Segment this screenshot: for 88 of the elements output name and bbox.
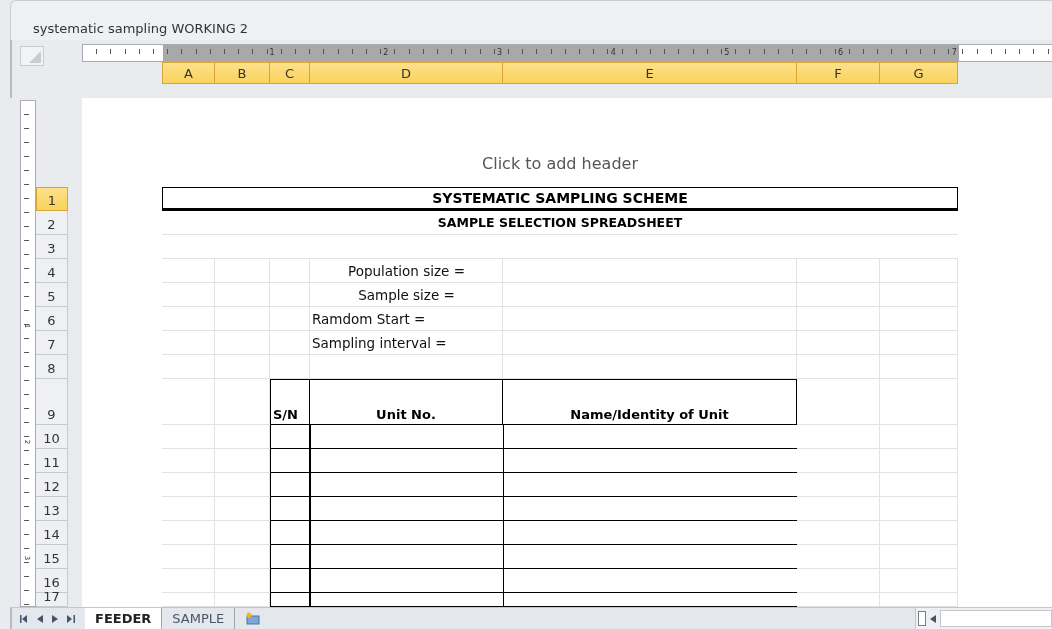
- ruler-number: 6: [838, 47, 845, 59]
- table-cell: [270, 497, 310, 521]
- ruler-number: 3: [496, 47, 504, 59]
- row-header[interactable]: 3: [36, 235, 68, 259]
- row-header[interactable]: 16: [36, 569, 68, 593]
- row-header[interactable]: 2: [36, 211, 68, 235]
- table-cell: [270, 521, 310, 545]
- scroll-left-icon[interactable]: [930, 614, 936, 623]
- column-header[interactable]: B: [215, 62, 270, 84]
- grid-cell: [215, 569, 270, 593]
- grid-cell: [162, 355, 215, 379]
- row-header[interactable]: 10: [36, 425, 68, 449]
- subtitle-cell: SAMPLE SELECTION SPREADSHEET: [162, 211, 958, 235]
- grid-cell: [162, 283, 215, 307]
- triangle-icon: [29, 51, 41, 63]
- sheet-tab[interactable]: FEEDER: [85, 608, 163, 629]
- column-header[interactable]: G: [880, 62, 958, 84]
- grid-cell: [215, 283, 270, 307]
- grid-cell: [270, 283, 310, 307]
- grid-cell: [162, 521, 215, 545]
- grid-cell: [215, 497, 270, 521]
- column-header[interactable]: D: [310, 62, 503, 84]
- first-sheet-icon[interactable]: [20, 614, 28, 623]
- column-header[interactable]: F: [797, 62, 880, 84]
- table-header: S/N: [273, 407, 298, 422]
- table-cell: [270, 545, 310, 569]
- table-header: Unit No.: [376, 407, 436, 422]
- parameter-label: Sampling interval =: [312, 335, 447, 351]
- row-header[interactable]: 14: [36, 521, 68, 545]
- column-header[interactable]: C: [270, 62, 310, 84]
- header-placeholder[interactable]: Click to add header: [482, 154, 638, 173]
- row-header[interactable]: 9: [36, 379, 68, 425]
- grid-cell: [162, 259, 215, 283]
- ruler-number: 1: [269, 47, 276, 59]
- grid-cell: [270, 307, 310, 331]
- grid-cell: [162, 449, 215, 473]
- grid-cell: [162, 473, 215, 497]
- row-header[interactable]: 11: [36, 449, 68, 473]
- grid-cell: [215, 307, 270, 331]
- previous-sheet-icon[interactable]: [37, 614, 43, 623]
- table-cell: [270, 569, 310, 593]
- grid-cell: [162, 425, 215, 449]
- grid-cell: [162, 379, 215, 425]
- grid-cell: [215, 473, 270, 497]
- ruler-number: 5: [724, 47, 731, 59]
- parameter-label: Population size =: [348, 263, 465, 279]
- grid-cell: [215, 331, 270, 355]
- row-header[interactable]: 6: [36, 307, 68, 331]
- row-header[interactable]: 8: [36, 355, 68, 379]
- table-header: Name/Identity of Unit: [570, 407, 729, 422]
- grid-cell: [215, 545, 270, 569]
- row-header[interactable]: 4: [36, 259, 68, 283]
- grid-cell: [162, 331, 215, 355]
- row-header[interactable]: 7: [36, 331, 68, 355]
- grid-cell: [270, 259, 310, 283]
- horizontal-scrollbar[interactable]: [940, 610, 1052, 627]
- parameter-label: Ramdom Start =: [312, 311, 426, 327]
- row-header[interactable]: 1: [36, 187, 68, 211]
- grid-cell: [162, 545, 215, 569]
- column-header[interactable]: E: [503, 62, 797, 84]
- sheet-tab[interactable]: SAMPLE: [162, 608, 236, 629]
- split-handle[interactable]: [918, 611, 926, 626]
- row-header[interactable]: 12: [36, 473, 68, 497]
- row-header[interactable]: 15: [36, 545, 68, 569]
- ruler-number: 4: [610, 47, 617, 59]
- grid-cell: [162, 497, 215, 521]
- grid-cell: [162, 569, 215, 593]
- row-header[interactable]: 17: [36, 593, 68, 607]
- window-title: systematic sampling WORKING 2: [33, 21, 249, 36]
- insert-sheet-icon[interactable]: [245, 612, 262, 625]
- grid-cell: [215, 425, 270, 449]
- ruler-number: 7: [951, 47, 958, 59]
- parameter-label: Sample size =: [358, 287, 455, 303]
- grid-cell: [215, 521, 270, 545]
- row-header[interactable]: 5: [36, 283, 68, 307]
- grid-cell: [270, 331, 310, 355]
- grid-cell: [162, 307, 215, 331]
- table-cell: [270, 473, 310, 497]
- last-sheet-icon[interactable]: [67, 614, 75, 623]
- title-cell: SYSTEMATIC SAMPLING SCHEME: [162, 187, 958, 211]
- row-header[interactable]: 13: [36, 497, 68, 521]
- grid-cell: [215, 449, 270, 473]
- column-header[interactable]: A: [162, 62, 215, 84]
- grid-cell: [215, 355, 270, 379]
- next-sheet-icon[interactable]: [52, 614, 58, 623]
- grid-cell: [215, 259, 270, 283]
- ruler-number: 2: [383, 47, 390, 59]
- table-cell: [270, 449, 310, 473]
